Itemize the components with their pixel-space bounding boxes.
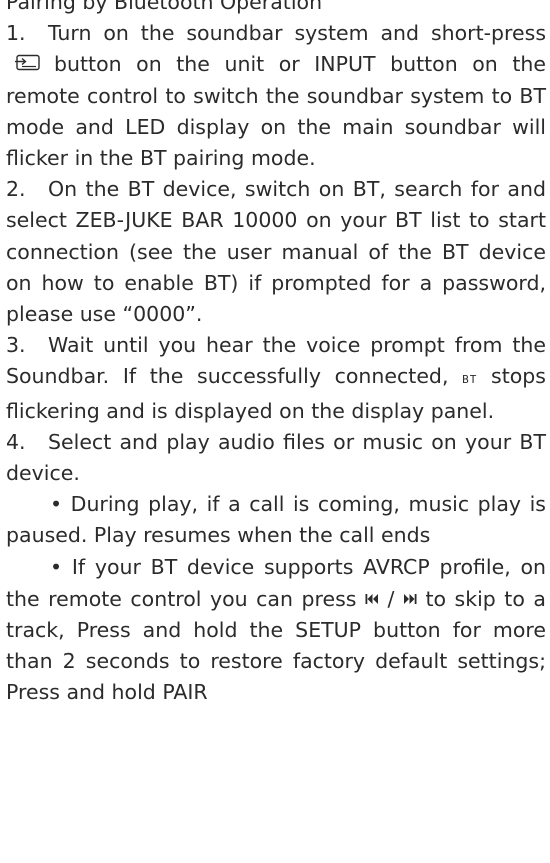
step-4: 4. Select and play audio files or music o… bbox=[6, 427, 546, 489]
bullet-symbol: • bbox=[50, 492, 63, 517]
skip-next-icon bbox=[403, 583, 417, 604]
bullet-text: During play, if a call is coming, music … bbox=[6, 492, 546, 548]
step-text: Select and play audio files or music on … bbox=[6, 429, 546, 486]
step-number: 1. bbox=[6, 21, 26, 46]
manual-page: Pairing by Bluetooth Operation 1. Turn on… bbox=[6, 0, 546, 709]
input-source-icon bbox=[14, 50, 44, 71]
skip-previous-icon bbox=[365, 583, 379, 604]
step-3: 3. Wait until you hear the voice prompt f… bbox=[6, 330, 546, 427]
step-text: button on the unit or INPUT button on th… bbox=[6, 52, 546, 170]
icon-separator: / bbox=[387, 586, 395, 611]
step-number: 4. bbox=[6, 429, 26, 454]
section-heading-partial: Pairing by Bluetooth Operation bbox=[6, 0, 323, 14]
step-text: Turn on the soundbar system and short-pr… bbox=[48, 21, 546, 46]
step-number: 2. bbox=[6, 177, 26, 202]
bullet-avrcp: • If your BT device supports AVRCP profi… bbox=[6, 552, 546, 709]
bullet-symbol: • bbox=[50, 554, 63, 579]
step-1: 1. Turn on the soundbar system and short-… bbox=[6, 18, 546, 174]
step-number: 3. bbox=[6, 333, 26, 358]
step-2: 2. On the BT device, switch on BT, search… bbox=[6, 174, 546, 330]
step-text: On the BT device, switch on BT, search f… bbox=[6, 177, 546, 327]
bullet-call-handling: • During play, if a call is coming, musi… bbox=[6, 489, 546, 551]
bt-display-indicator: BT bbox=[462, 373, 478, 387]
